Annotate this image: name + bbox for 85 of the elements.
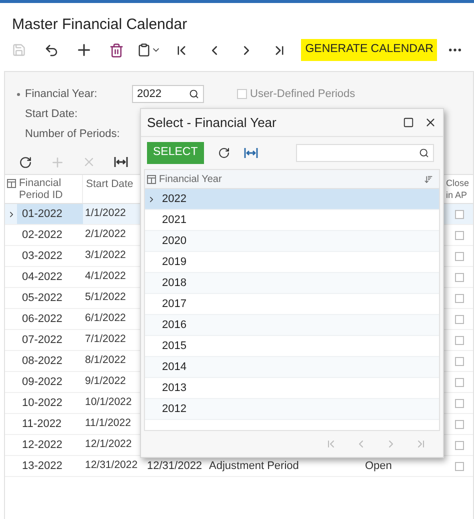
first-page-icon[interactable] [325, 438, 337, 450]
table-cell: 11/1/2022 [85, 417, 131, 430]
table-cell: 1/1/2022 [85, 207, 126, 220]
table-cell-text: 2022 [161, 192, 186, 207]
financial-year-field[interactable]: 2022 [132, 85, 204, 103]
fit-columns-icon[interactable] [244, 147, 258, 159]
table-cell-text: 02-2022 [22, 228, 62, 243]
row-checkbox[interactable] [455, 336, 464, 344]
table-cell: 7/1/2022 [85, 333, 126, 346]
row-checkbox[interactable] [455, 356, 464, 366]
start-date-label: Start Date: [25, 106, 78, 122]
table-cell-text: 09-2022 [22, 374, 62, 390]
row-checkbox[interactable] [455, 420, 464, 428]
table-cell: 6/1/2022 [85, 312, 126, 324]
row-checkbox[interactable] [455, 230, 464, 240]
table-cell-text: 04-2022 [22, 270, 62, 285]
row-checkbox[interactable] [455, 440, 464, 450]
table-cell-text: 12/31/2022 [146, 458, 204, 474]
generate-calendar-button[interactable]: GENERATE CALENDAR [301, 39, 438, 61]
table-cell: 2/1/2022 [85, 228, 126, 240]
page-title: Master Financial Calendar [12, 16, 188, 33]
user-defined-label: User-Defined Periods [250, 86, 356, 102]
column-header[interactable]: Financial Period ID [19, 177, 82, 201]
year-row[interactable]: 2020 [145, 231, 439, 252]
required-mark-icon [17, 92, 20, 96]
table-cell-text: 11-2022 [22, 416, 62, 432]
refresh-icon[interactable] [218, 147, 230, 159]
table-cell-text: 2012 [161, 402, 186, 417]
table-cell: 12/31/2022 [85, 459, 138, 472]
year-row[interactable]: 2014 [145, 357, 439, 378]
financial-year-label: Financial Year: [25, 86, 98, 102]
table-cell: 8/1/2022 [85, 354, 126, 366]
table-cell: 9/1/2022 [85, 375, 126, 388]
year-row[interactable]: 2012 [145, 399, 439, 420]
search-icon[interactable] [418, 148, 429, 158]
periods-label: Number of Periods: [25, 126, 120, 142]
row-checkbox[interactable] [455, 294, 464, 302]
table-cell: 5/1/2022 [85, 291, 126, 304]
table-cell-text: 2018 [161, 276, 186, 291]
search-field[interactable] [296, 144, 434, 162]
table-cell: 10/1/2022 [85, 396, 132, 408]
row-checkbox[interactable] [455, 398, 464, 408]
year-row[interactable]: 2016 [145, 315, 439, 336]
fit-columns-icon[interactable] [114, 156, 128, 168]
table-cell-text: 10-2022 [22, 396, 62, 411]
close-icon[interactable] [424, 116, 437, 129]
year-row[interactable]: 2018 [145, 273, 439, 294]
sort-icon[interactable] [424, 174, 433, 184]
row-checkbox[interactable] [455, 378, 464, 386]
year-row[interactable]: 2022 [145, 189, 439, 210]
column-settings-icon[interactable] [6, 179, 16, 188]
table-cell-text: 2013 [161, 380, 186, 396]
table-cell-text: 06-2022 [22, 312, 62, 327]
table-cell-text: 05-2022 [22, 290, 62, 306]
table-cell-text: 01-2022 [22, 206, 62, 222]
table-cell-text: 07-2022 [22, 332, 62, 348]
row-checkbox[interactable] [455, 210, 464, 218]
table-cell-text: 2014 [161, 360, 186, 375]
table-cell-text: 2019 [161, 254, 186, 270]
table-cell-text: 2017 [161, 296, 186, 312]
dialog-title: Select - Financial Year [147, 114, 278, 132]
column-header[interactable]: Close in AP [446, 177, 473, 201]
table-cell-text: 13-2022 [22, 458, 62, 474]
table-cell-text: Open [365, 458, 392, 474]
table-cell-text: Adjustment Period [208, 458, 300, 474]
user-defined-checkbox[interactable] [237, 89, 247, 99]
row-checkbox[interactable] [455, 272, 464, 282]
last-page-icon[interactable] [415, 438, 427, 450]
maximize-icon[interactable] [403, 117, 414, 128]
search-icon[interactable] [189, 89, 199, 99]
table-cell-text: 2020 [161, 234, 186, 249]
table-cell-text: 2021 [161, 212, 186, 228]
table-cell-text: 08-2022 [22, 354, 62, 369]
row-checkbox[interactable] [455, 314, 464, 324]
table-cell: 4/1/2022 [85, 270, 126, 282]
row-checkbox[interactable] [455, 252, 464, 260]
table-cell-text: 2016 [161, 318, 186, 333]
column-header[interactable]: Start Date [86, 178, 134, 190]
table-cell-text: 12-2022 [22, 438, 62, 453]
table-cell: 3/1/2022 [85, 249, 126, 262]
table-cell: 12/1/2022 [85, 438, 132, 450]
column-settings-icon[interactable] [146, 174, 156, 184]
row-checkbox[interactable] [455, 462, 464, 470]
table-cell-text: 2015 [161, 338, 186, 354]
table-cell-text: 03-2022 [22, 248, 62, 264]
